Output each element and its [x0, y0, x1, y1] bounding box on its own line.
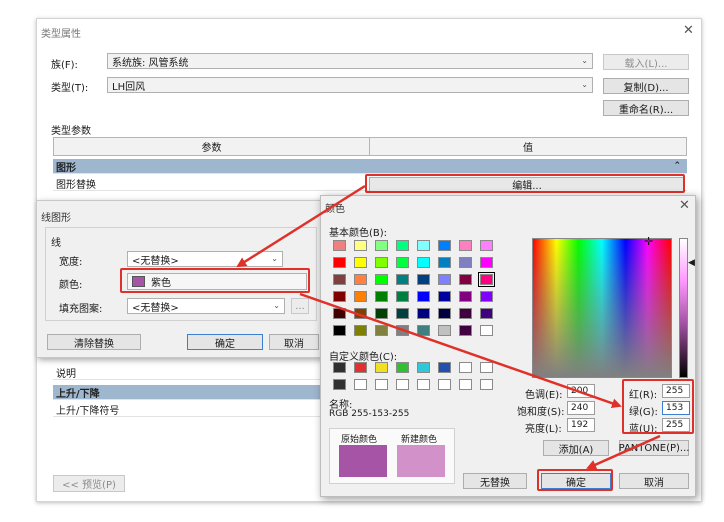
arrow-edit-to-color: [236, 184, 366, 268]
arrow-rgb-to-ok: [586, 434, 661, 470]
annotation-arrows: [236, 184, 661, 470]
arrow-color-to-rgb: [299, 292, 622, 409]
